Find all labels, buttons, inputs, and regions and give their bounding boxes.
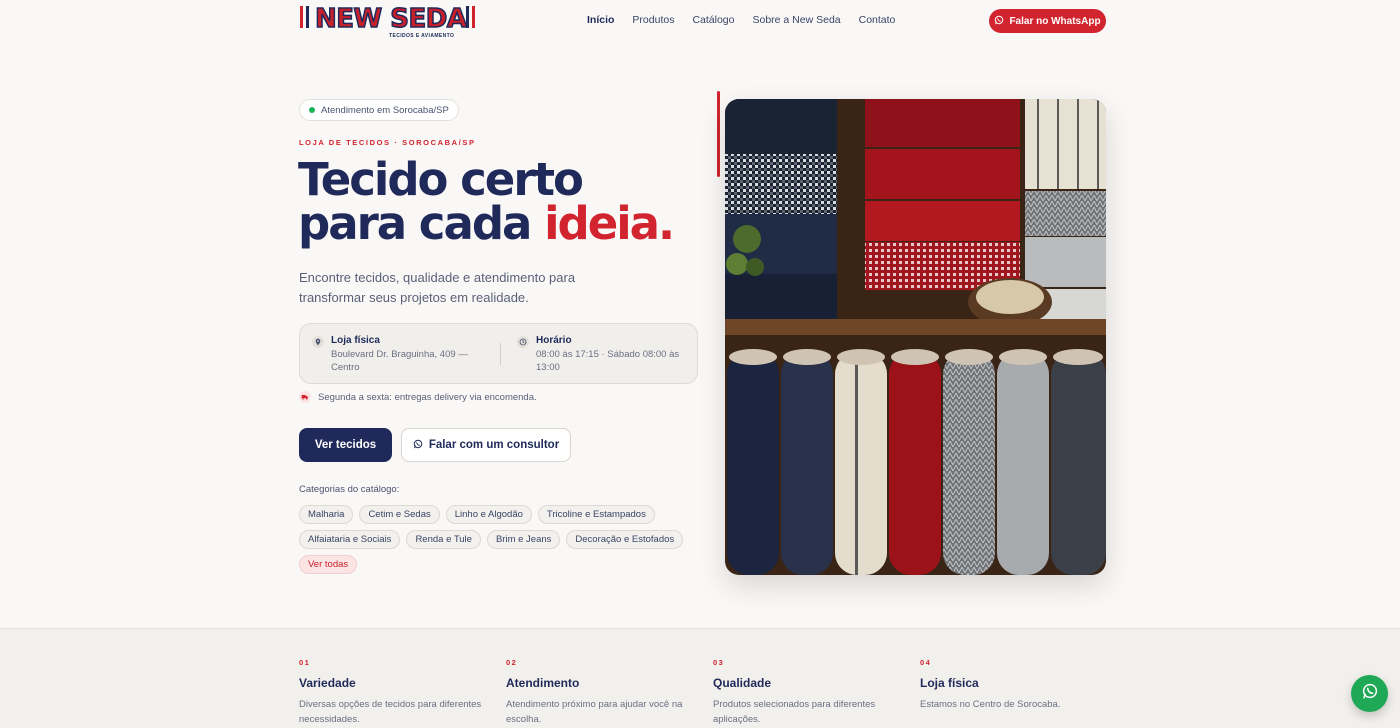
category-chip-tricoline[interactable]: Tricoline e Estampados <box>537 505 655 524</box>
site-header: NEW SEDA TECIDOS E AVIAMENTO Início Prod… <box>0 0 1400 42</box>
feature-number: 04 <box>920 658 932 667</box>
whatsapp-icon <box>994 15 1004 28</box>
feature-desc: Estamos no Centro de Sorocaba. <box>920 699 1061 710</box>
whatsapp-header-label: Falar no WhatsApp <box>1009 15 1101 27</box>
store-address: Loja física Boulevard Dr. Braguinha, 409… <box>312 335 492 374</box>
store-hours: Horário 08:00 às 17:15 · Sábado 08:00 às… <box>517 335 687 374</box>
hero-title-accent: ideia. <box>544 197 675 250</box>
whatsapp-icon <box>413 439 423 452</box>
logo-bars-left <box>300 6 309 28</box>
talk-consultant-label: Falar com um consultor <box>428 439 560 451</box>
category-chip-decoracao[interactable]: Decoração e Estofados <box>566 530 684 549</box>
store-address-detail: Boulevard Dr. Braguinha, 409 — Centro <box>331 349 468 373</box>
talk-consultant-button[interactable]: Falar com um consultor <box>401 428 571 462</box>
see-all-categories-chip[interactable]: Ver todas <box>299 555 358 574</box>
location-badge: Atendimento em Sorocaba/SP <box>299 99 459 121</box>
feature-desc: Produtos selecionados para diferentes ap… <box>713 699 876 725</box>
info-divider <box>500 343 501 365</box>
nav-item-sobre[interactable]: Sobre a New Seda <box>752 14 840 26</box>
category-chip-renda-tule[interactable]: Renda e Tule <box>406 530 481 549</box>
feature-number: 03 <box>713 658 725 667</box>
category-chips: Malharia Cetim e Sedas Linho e Algodão T… <box>299 505 699 574</box>
status-dot-icon <box>309 107 315 113</box>
store-hours-detail: 08:00 às 17:15 · Sábado 08:00 às 13:00 <box>536 349 680 373</box>
feature-title: Qualidade <box>713 676 772 690</box>
feature-qualidade: 03 Qualidade Produtos selecionados para … <box>713 658 903 727</box>
brand-logo[interactable]: NEW SEDA TECIDOS E AVIAMENTO <box>300 3 480 40</box>
feature-title: Variedade <box>299 676 356 690</box>
nav-item-contato[interactable]: Contato <box>859 14 896 26</box>
hero-title: Tecido certo para cada ideia. <box>298 157 675 246</box>
store-info-card: Loja física Boulevard Dr. Braguinha, 409… <box>299 323 698 384</box>
accent-line <box>717 91 720 177</box>
category-chip-cetim-sedas[interactable]: Cetim e Sedas <box>359 505 440 524</box>
whatsapp-floating-button[interactable] <box>1351 675 1388 712</box>
feature-title: Loja física <box>920 676 979 690</box>
hero-fabric-photo <box>725 99 1106 575</box>
nav-item-produtos[interactable]: Produtos <box>632 14 674 26</box>
category-chip-alfaiataria[interactable]: Alfaiataria e Sociais <box>299 530 401 549</box>
feature-atendimento: 02 Atendimento Atendimento próximo para … <box>506 658 696 727</box>
category-chip-linho-algodao[interactable]: Linho e Algodão <box>445 505 532 524</box>
truck-icon <box>299 391 311 403</box>
logo-bars-right <box>466 6 475 28</box>
feature-loja-fisica: 04 Loja física Estamos no Centro de Soro… <box>920 658 1110 712</box>
feature-number: 02 <box>506 658 518 667</box>
logo-wordmark: NEW SEDA <box>314 3 467 35</box>
see-fabrics-button[interactable]: Ver tecidos <box>299 428 392 462</box>
features-strip: 01 Variedade Diversas opções de tecidos … <box>0 628 1400 728</box>
delivery-note: Segunda a sexta: entregas delivery via e… <box>299 391 537 403</box>
hero-eyebrow: LOJA DE TECIDOS · SOROCABA/SP <box>299 138 476 147</box>
store-hours-title: Horário <box>536 335 572 346</box>
category-chip-malharia[interactable]: Malharia <box>299 505 354 524</box>
logo-tagline: TECIDOS E AVIAMENTO <box>389 33 455 39</box>
feature-title: Atendimento <box>506 676 580 690</box>
hero-title-line2: para cada <box>298 197 545 250</box>
main-nav: Início Produtos Catálogo Sobre a New Sed… <box>587 14 895 26</box>
feature-variedade: 01 Variedade Diversas opções de tecidos … <box>299 658 489 727</box>
whatsapp-icon <box>1361 682 1379 705</box>
nav-item-inicio[interactable]: Início <box>587 14 614 26</box>
categories-label: Categorias do catálogo: <box>299 484 400 495</box>
whatsapp-header-button[interactable]: Falar no WhatsApp <box>989 9 1106 33</box>
map-pin-icon <box>312 336 324 348</box>
nav-item-catalogo[interactable]: Catálogo <box>692 14 734 26</box>
feature-number: 01 <box>299 658 311 667</box>
clock-icon <box>517 336 529 348</box>
location-badge-label: Atendimento em Sorocaba/SP <box>321 104 449 116</box>
delivery-text: Segunda a sexta: entregas delivery via e… <box>318 391 537 403</box>
hero-subtitle: Encontre tecidos, qualidade e atendiment… <box>299 270 576 305</box>
feature-desc: Atendimento próximo para ajudar você na … <box>506 699 683 725</box>
store-address-title: Loja física <box>331 335 380 346</box>
category-chip-brim-jeans[interactable]: Brim e Jeans <box>486 530 561 549</box>
feature-desc: Diversas opções de tecidos para diferent… <box>299 699 482 725</box>
